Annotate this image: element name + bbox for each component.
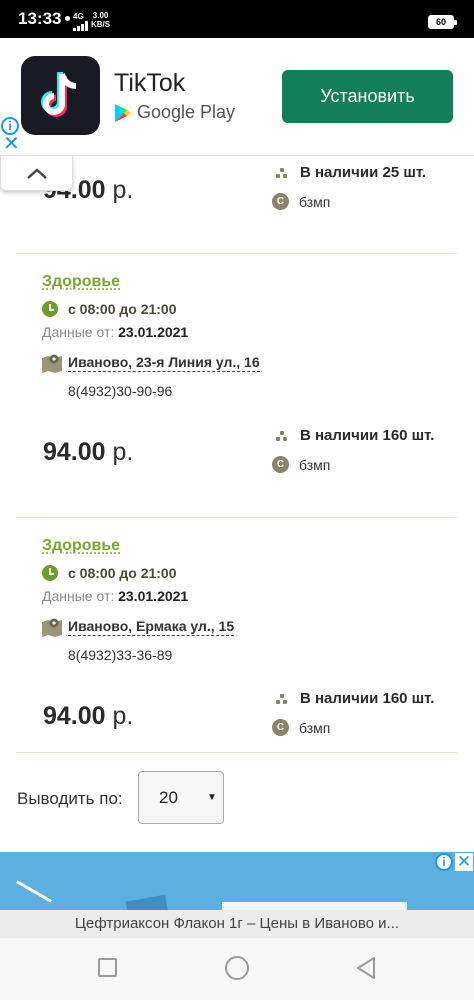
ad-banner-top[interactable]: TikTok Google Play Установить i ✕ [0,38,474,155]
opening-hours: с 08:00 до 21:00 [42,301,177,317]
stock-text: В наличии 25 шт. [300,164,427,181]
stock-dots-icon [272,429,292,443]
data-label: Данные от: [42,588,115,604]
chevron-up-icon [27,168,47,179]
supplier-name: бзмп [299,456,331,473]
per-page-value: 20 [159,788,178,807]
price: 94.00 р. [43,702,133,731]
supplier-c-icon: С [272,456,289,473]
ad-close-icon[interactable]: ✕ [455,853,473,871]
ad-image [15,880,53,903]
page-title: Цефтриаксон Флакон 1г – Цены в Иваново и… [0,910,474,938]
network-type: 4G [73,12,84,21]
collapse-button[interactable] [0,156,73,191]
ad-info-icon[interactable]: i [435,853,453,871]
shop-name-link[interactable]: Здоровье [42,273,120,291]
stock-status: В наличии 25 шт. [272,164,426,181]
price-value: 94.00 [43,438,106,466]
status-time: 13:33 [18,9,62,28]
battery-icon: 60 [428,15,457,29]
store-name: Google Play [137,102,236,122]
nav-back-icon[interactable] [355,956,377,980]
listing-separator [16,752,457,753]
clock-icon [42,301,58,317]
supplier-c-icon: С [272,719,289,736]
data-date-value: 23.01.2021 [118,324,189,340]
per-page-select[interactable]: 20 ▼ [138,771,224,824]
phone-number[interactable]: 8(4932)30-90-96 [68,383,172,399]
shop-name-link[interactable]: Здоровье [42,537,120,555]
network-speed-unit: KB/S [91,20,111,29]
currency: р. [112,702,134,730]
hours-text: с 08:00 до 21:00 [68,301,177,317]
listing-separator [16,253,457,254]
supplier-name: бзмп [299,193,331,210]
system-nav-bar [0,938,474,1000]
tiktok-logo-icon[interactable] [21,56,100,135]
network-speed-value: 3.00 [92,11,109,20]
address-link[interactable]: Иваново, 23-я Линия ул., 16 [42,353,260,373]
opening-hours: с 08:00 до 21:00 [42,565,177,581]
supplier-name: бзмп [299,719,331,736]
listing-separator [16,517,457,518]
network-speed: 3.00 KB/S [91,11,110,29]
google-play-badge: Google Play [114,102,235,123]
supplier-c-icon: С [272,193,289,210]
status-bar: 13:33 4G 3.00 KB/S 60 [0,0,474,38]
notification-dot-icon [65,16,70,21]
ad-close-icon[interactable]: ✕ [3,134,20,154]
signal-icon [73,21,88,31]
hours-text: с 08:00 до 21:00 [68,565,177,581]
data-date: Данные от: 23.01.2021 [42,588,188,604]
address-link[interactable]: Иваново, Ермака ул., 15 [42,617,235,637]
google-play-icon [115,103,131,122]
dropdown-arrow-icon: ▼ [207,792,217,803]
supplier: С бзмп [272,719,330,736]
phone-number[interactable]: 8(4932)33-36-89 [68,647,172,663]
map-pin-icon [42,618,62,637]
pharmacy-list: 94.00 р. В наличии 25 шт. С бзмп Здоровь… [0,156,474,854]
data-date: Данные от: 23.01.2021 [42,324,188,340]
address-text[interactable]: Иваново, Ермака ул., 15 [68,618,235,636]
data-date-value: 23.01.2021 [118,588,189,604]
stock-dots-icon [272,166,292,180]
stock-status: В наличии 160 шт. [272,427,434,444]
ad-banner-bottom[interactable]: i ✕ [0,852,474,912]
map-pin-icon [42,354,62,373]
install-button[interactable]: Установить [282,70,453,123]
clock-icon [42,565,58,581]
stock-text: В наличии 160 шт. [300,427,435,444]
data-label: Данные от: [42,324,115,340]
price-value: 94.00 [43,702,106,730]
nav-home-icon[interactable] [225,956,249,980]
price: 94.00 р. [43,438,133,467]
per-page-label: Выводить по: [17,789,123,808]
currency: р. [112,176,134,204]
supplier: С бзмп [272,456,330,473]
address-text[interactable]: Иваново, 23-я Линия ул., 16 [68,354,260,372]
supplier: С бзмп [272,193,330,210]
ad-app-name[interactable]: TikTok [114,69,185,98]
nav-recent-icon[interactable] [98,958,117,977]
stock-text: В наличии 160 шт. [300,690,435,707]
stock-status: В наличии 160 шт. [272,690,434,707]
stock-dots-icon [272,692,292,706]
currency: р. [112,438,134,466]
